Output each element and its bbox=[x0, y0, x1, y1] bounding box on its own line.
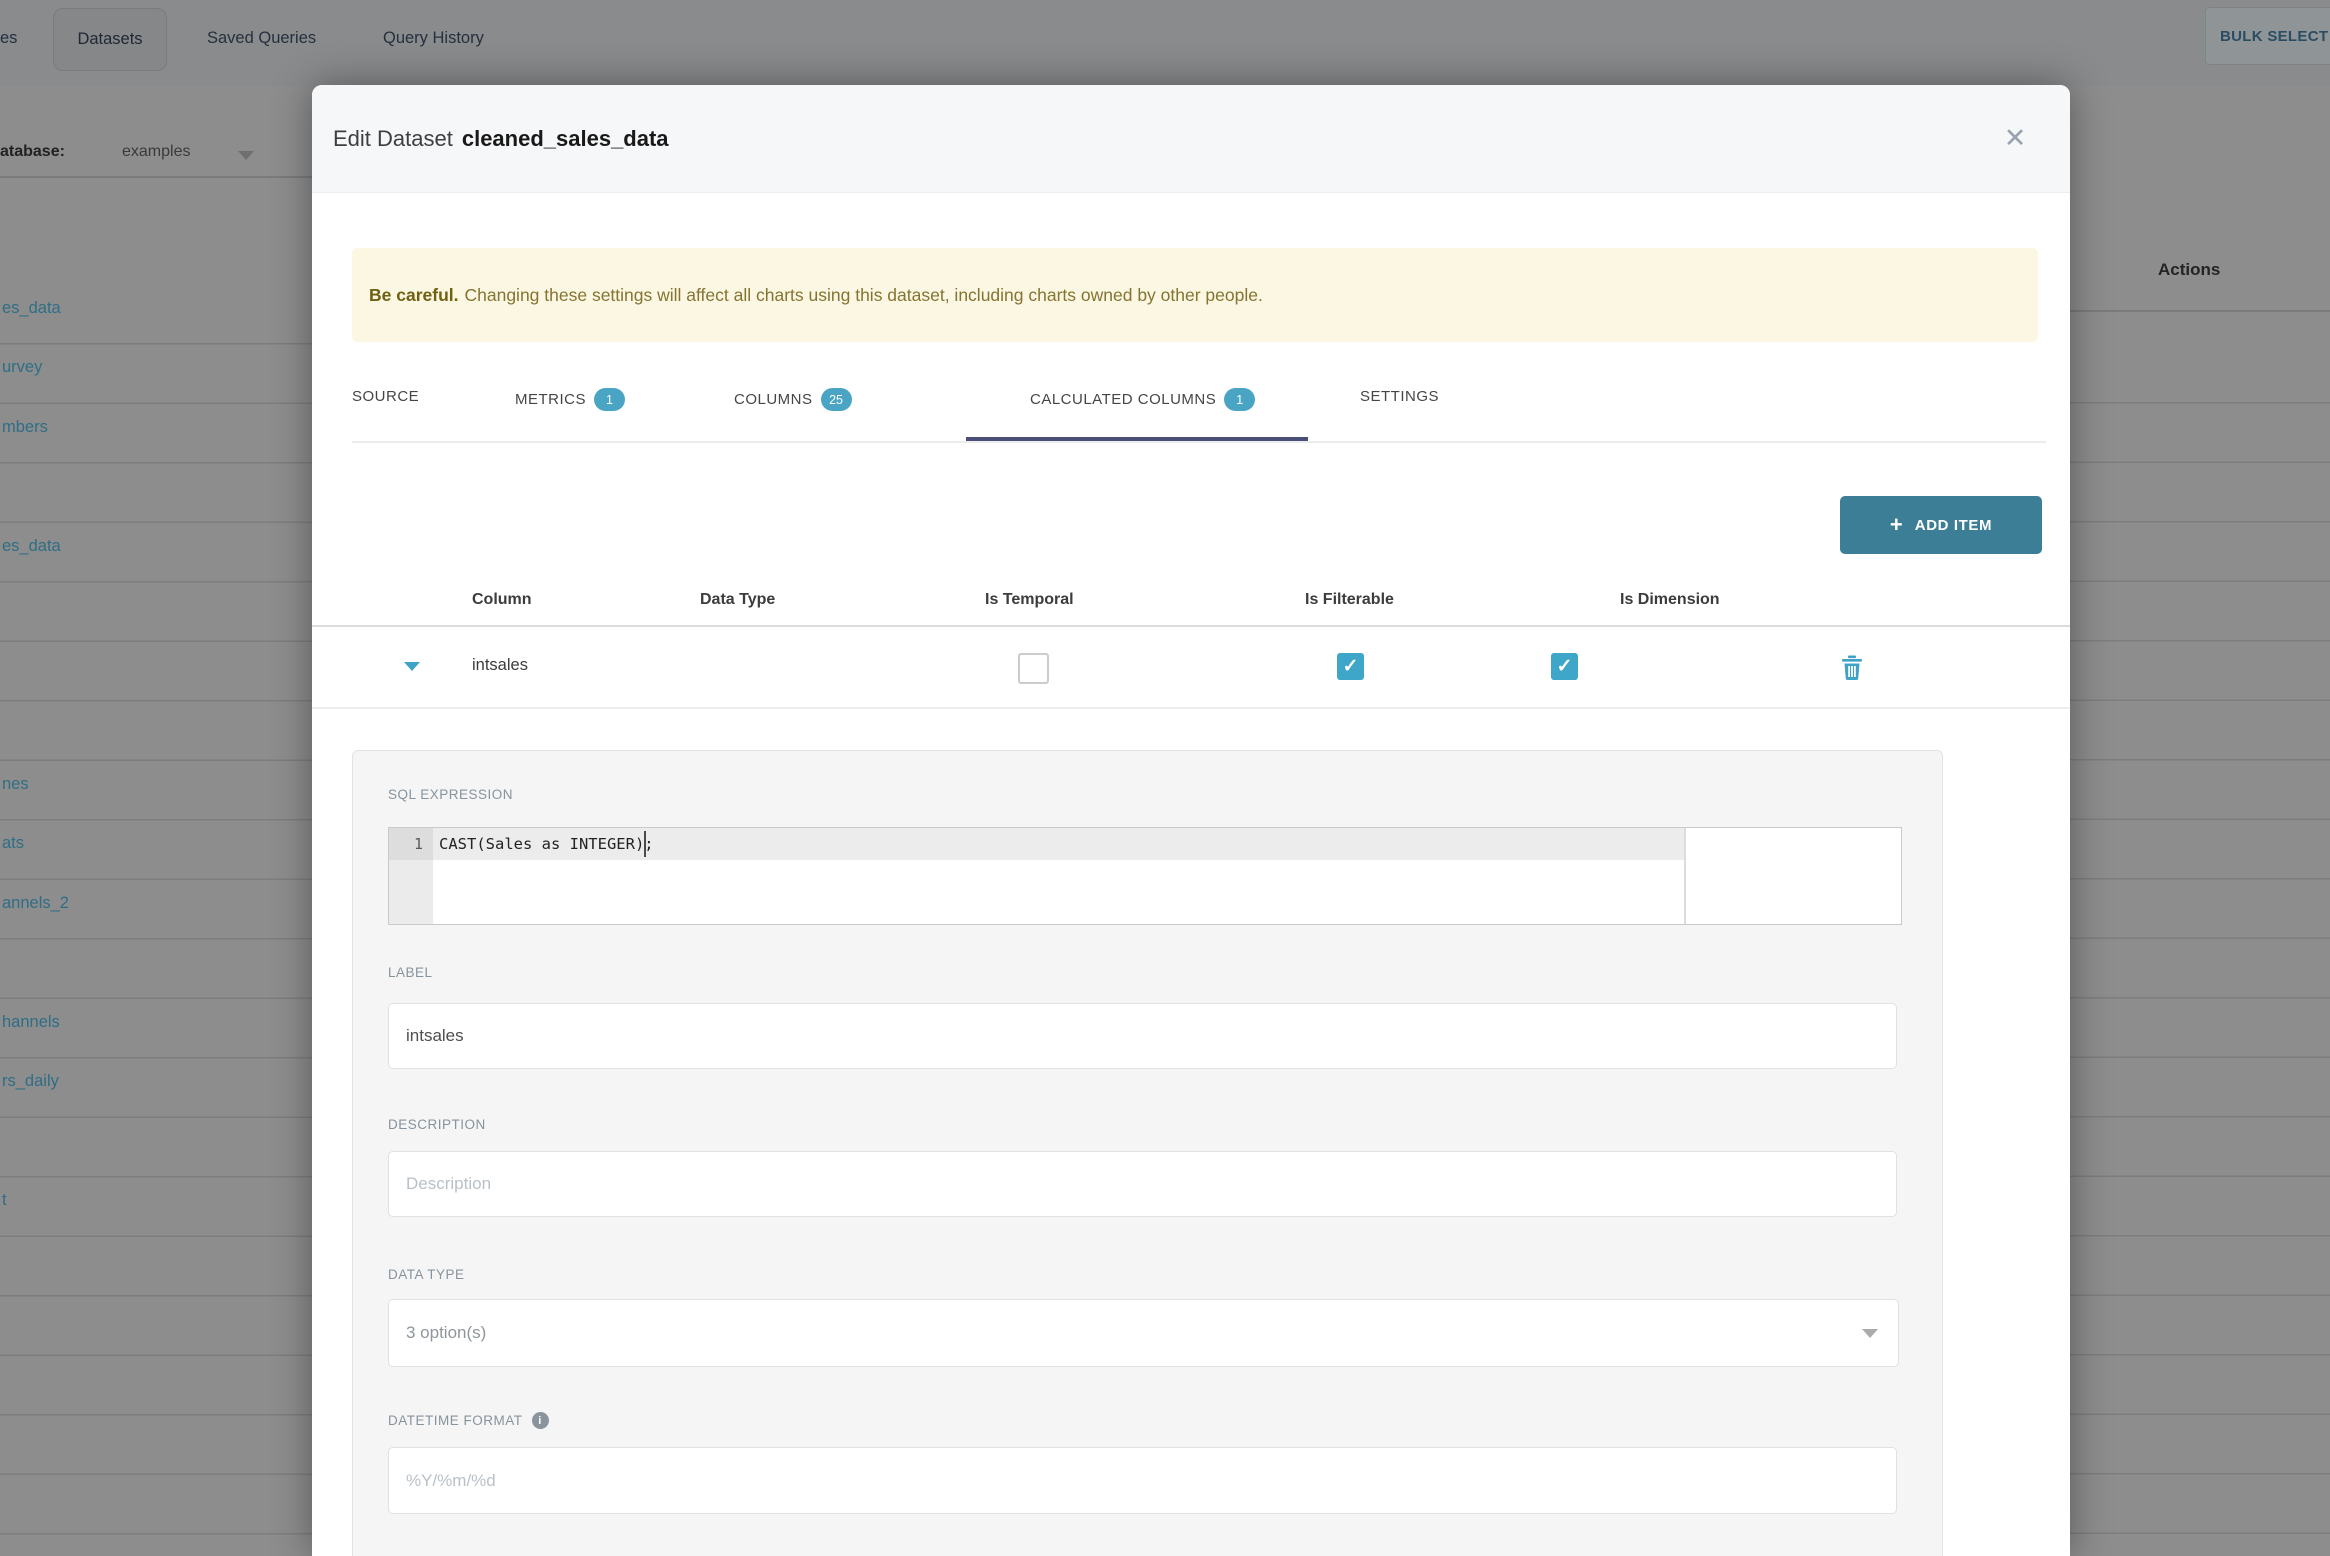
close-icon[interactable]: ✕ bbox=[1980, 85, 2050, 192]
divider bbox=[2070, 310, 2330, 312]
database-filter-caret-icon bbox=[238, 151, 254, 160]
divider bbox=[312, 625, 2070, 627]
calculated-column-name: intsales bbox=[472, 656, 528, 674]
top-navigation-bar: es Datasets Saved Queries Query History … bbox=[0, 0, 2330, 86]
dataset-link: t bbox=[2, 1191, 7, 1209]
tab-metrics[interactable]: METRICS 1 bbox=[515, 388, 625, 411]
editor-print-margin-line bbox=[1684, 828, 1686, 924]
columns-count-badge: 25 bbox=[820, 388, 852, 411]
modal-title: Edit Dataset cleaned_sales_data bbox=[333, 85, 669, 192]
warning-banner-bold: Be careful. bbox=[369, 284, 459, 305]
column-header-column: Column bbox=[472, 591, 532, 608]
tab-columns[interactable]: COLUMNS 25 bbox=[734, 388, 852, 411]
dataset-link: urvey bbox=[2, 358, 43, 376]
delete-row-trash-icon[interactable] bbox=[1841, 654, 1863, 681]
nav-tab-fragment: es bbox=[0, 29, 18, 47]
database-filter-label: atabase: bbox=[0, 143, 65, 160]
nav-tab-datasets-label: Datasets bbox=[77, 30, 143, 48]
sql-expression-label: SQL EXPRESSION bbox=[388, 787, 514, 802]
info-icon: i bbox=[531, 1412, 549, 1429]
dataset-link: es_data bbox=[2, 537, 61, 555]
column-header-data-type: Data Type bbox=[700, 591, 776, 608]
nav-tab-datasets: Datasets bbox=[53, 8, 167, 71]
warning-banner-text: Be careful. Changing these settings will … bbox=[369, 284, 1263, 305]
data-type-field-label: DATA TYPE bbox=[388, 1267, 465, 1282]
actions-column-header: Actions bbox=[2158, 260, 2221, 279]
column-header-is-temporal: Is Temporal bbox=[985, 591, 1074, 608]
select-caret-icon bbox=[1862, 1329, 1878, 1338]
is-dimension-checkbox[interactable]: ✓ bbox=[1551, 653, 1578, 680]
column-header-is-dimension: Is Dimension bbox=[1620, 591, 1720, 608]
editor-cursor bbox=[644, 831, 646, 857]
sql-expression-editor[interactable]: 1 CAST(Sales as INTEGER); bbox=[388, 827, 1902, 925]
background-dataset-list-left: atabase: examples es_data urvey mbers es… bbox=[0, 86, 312, 1556]
bulk-select-label: BULK SELECT bbox=[2220, 27, 2329, 45]
data-type-select-value: 3 option(s) bbox=[406, 1323, 487, 1342]
nav-tab-saved-queries: Saved Queries bbox=[207, 29, 317, 47]
plus-icon: + bbox=[1889, 512, 1903, 537]
description-input[interactable] bbox=[388, 1151, 1897, 1217]
editor-line-number: 1 bbox=[413, 835, 423, 853]
nav-tab-query-history: Query History bbox=[383, 29, 484, 47]
page: es Datasets Saved Queries Query History … bbox=[0, 0, 2330, 1556]
tab-calculated-columns[interactable]: CALCULATED COLUMNS 1 bbox=[1030, 388, 1256, 411]
modal-header: Edit Dataset cleaned_sales_data ✕ bbox=[312, 85, 2070, 193]
dataset-link: hannels bbox=[2, 1013, 60, 1031]
dataset-link: annels_2 bbox=[2, 894, 69, 912]
datetime-format-field-label: DATETIME FORMAT i bbox=[388, 1412, 549, 1429]
dataset-link: rs_daily bbox=[2, 1072, 59, 1090]
dataset-table-rows bbox=[2070, 344, 2330, 1556]
datetime-format-input[interactable] bbox=[388, 1447, 1897, 1514]
description-field-label: DESCRIPTION bbox=[388, 1117, 486, 1132]
calculated-columns-count-badge: 1 bbox=[1224, 388, 1256, 411]
warning-banner: Be careful. Changing these settings will … bbox=[352, 248, 2038, 342]
metrics-count-badge: 1 bbox=[594, 388, 625, 411]
row-expand-caret-icon[interactable] bbox=[404, 662, 420, 671]
column-header-is-filterable: Is Filterable bbox=[1305, 591, 1394, 608]
tabs-bottom-border bbox=[352, 441, 2046, 443]
editor-code-line: CAST(Sales as INTEGER); bbox=[439, 835, 654, 853]
background-dataset-list-right: Actions bbox=[2070, 86, 2330, 1556]
bulk-select-button: BULK SELECT bbox=[2205, 7, 2330, 65]
modal-title-dataset-name: cleaned_sales_data bbox=[461, 125, 669, 151]
is-temporal-checkbox[interactable] bbox=[1018, 653, 1049, 684]
is-filterable-checkbox[interactable]: ✓ bbox=[1337, 653, 1364, 680]
dataset-link: mbers bbox=[2, 418, 48, 436]
active-tab-indicator bbox=[966, 437, 1308, 441]
label-input[interactable] bbox=[388, 1003, 1897, 1069]
dataset-table-rows: es_data urvey mbers es_data nes ats anne… bbox=[0, 285, 312, 1556]
edit-dataset-modal: Edit Dataset cleaned_sales_data ✕ Be car… bbox=[312, 85, 2070, 1556]
divider bbox=[0, 176, 312, 178]
dataset-link: ats bbox=[2, 834, 25, 852]
divider bbox=[312, 707, 2070, 709]
tab-settings[interactable]: SETTINGS bbox=[1360, 388, 1439, 405]
add-item-button[interactable]: + ADD ITEM bbox=[1840, 496, 2042, 554]
calculated-column-detail-panel: SQL EXPRESSION 1 CAST(Sales as INTEGER);… bbox=[352, 750, 1943, 1556]
modal-title-prefix: Edit Dataset bbox=[333, 125, 453, 151]
database-filter-value: examples bbox=[122, 143, 191, 160]
dataset-link: nes bbox=[2, 775, 29, 793]
label-field-label: LABEL bbox=[388, 965, 433, 980]
data-type-select[interactable]: 3 option(s) bbox=[388, 1299, 1899, 1367]
dataset-link: es_data bbox=[2, 299, 61, 317]
tab-source[interactable]: SOURCE bbox=[352, 388, 419, 405]
